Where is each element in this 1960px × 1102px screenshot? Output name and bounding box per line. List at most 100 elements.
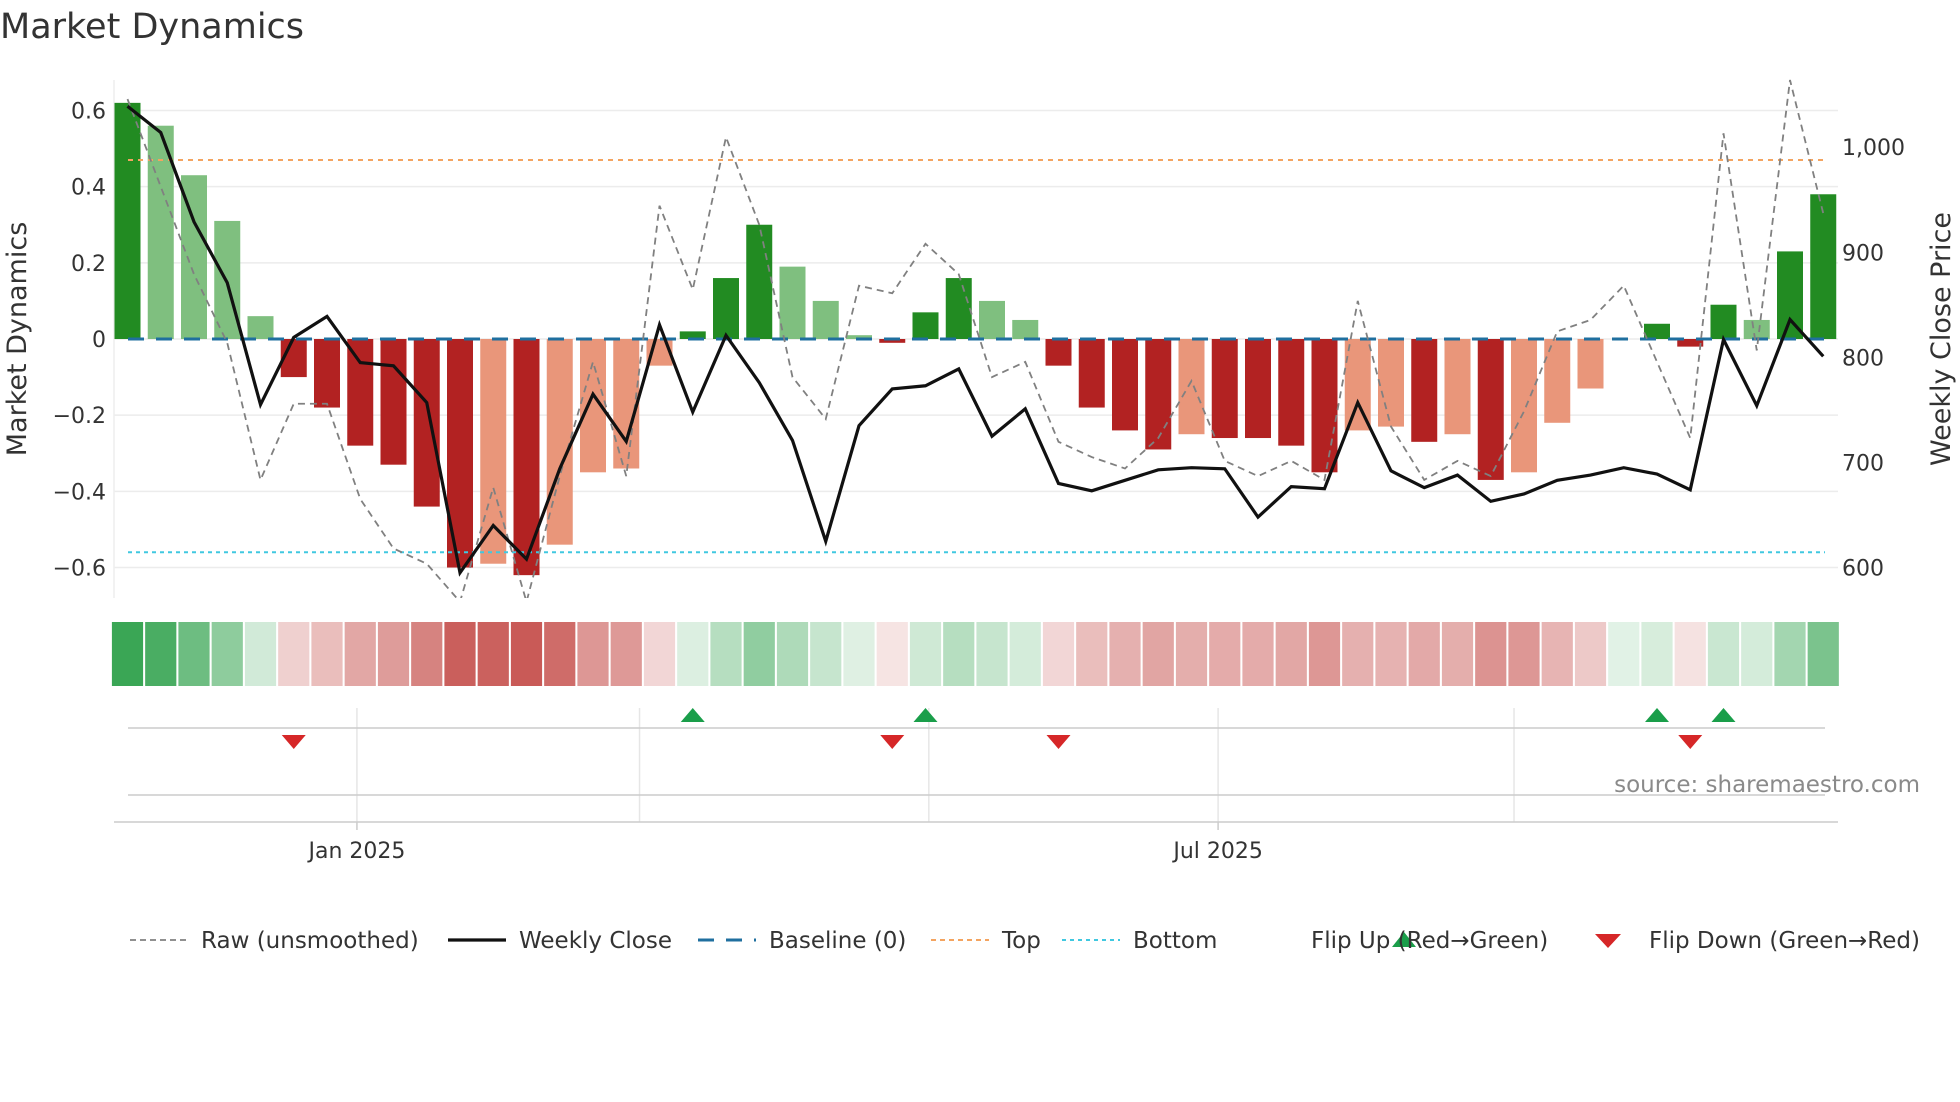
flip-down-marker (1678, 735, 1703, 749)
heatmap-cell (876, 622, 908, 686)
heatmap-cell (1076, 622, 1108, 686)
bar (114, 102, 141, 340)
heatmap-cell (411, 622, 443, 686)
heatmap-cell (1641, 622, 1673, 686)
bar (912, 312, 939, 339)
heatmap-cell (610, 622, 642, 686)
heatmap-cell (1175, 622, 1208, 686)
heatmap-cell (477, 622, 509, 686)
y-axis-ticks: 0.6 0.4 0.2 0 −0.2 −0.4 −0.6 (53, 99, 106, 581)
heatmap-cell (909, 622, 942, 686)
bar (247, 316, 274, 339)
flip-up-marker (913, 708, 938, 722)
bar (1444, 339, 1471, 435)
bar (1577, 339, 1604, 389)
y2-tick-label: 700 (1842, 451, 1884, 476)
heatmap-cell (710, 622, 742, 686)
legend-label: Weekly Close (519, 928, 672, 954)
bar (513, 339, 540, 576)
legend-item-raw: Raw (unsmoothed) (130, 928, 419, 954)
heatmap-cell (1541, 622, 1573, 686)
legend-label: Bottom (1133, 928, 1217, 954)
y-tick-label: 0.6 (71, 99, 106, 124)
heatmap-cell (244, 622, 277, 686)
y2-tick-label: 600 (1842, 557, 1884, 582)
heatmap-cell (311, 622, 343, 686)
bar (1511, 339, 1537, 473)
bar (1078, 339, 1105, 408)
heatmap-cell (1807, 622, 1839, 686)
x-tick-label: Jan 2025 (306, 839, 405, 864)
legend-label: Raw (unsmoothed) (201, 928, 419, 954)
heatmap-cell (1508, 622, 1540, 686)
market-dynamics-chart: Market Dynamics 0.6 0.4 0.2 0 −0.2 −0.4 −0.6 1… (0, 7, 1960, 954)
legend-item-flip-down: Flip Down (Green→Red) (1595, 928, 1920, 954)
legend-label: Flip Down (Green→Red) (1649, 928, 1920, 954)
legend-item-close: Weekly Close (448, 928, 672, 954)
y2-axis-label: Weekly Close Price (1926, 212, 1957, 466)
heatmap-cell (1109, 622, 1141, 686)
bar (979, 300, 1005, 339)
legend: Raw (unsmoothed) Weekly Close Baseline (0)… (130, 928, 1920, 954)
heatmap-cell (843, 622, 875, 686)
flip-down-icon (1595, 934, 1621, 948)
y-tick-label: 0.4 (71, 176, 106, 201)
bar (1810, 194, 1837, 339)
heatmap-cell (1608, 622, 1640, 686)
heatmap-cell (1042, 622, 1075, 686)
heatmap-cell (510, 622, 543, 686)
bar (1411, 339, 1438, 442)
y2-tick-label: 800 (1842, 346, 1884, 371)
heatmap-cell (278, 622, 310, 686)
legend-label: Flip Up (Red→Green) (1311, 928, 1548, 954)
heatmap-cell (1441, 622, 1474, 686)
heatmap-cell (1009, 622, 1041, 686)
flip-down-marker (880, 735, 905, 749)
y2-tick-label: 900 (1842, 241, 1884, 266)
bar (812, 300, 839, 339)
heatmap-cell (1475, 622, 1507, 686)
heatmap-cell (544, 622, 576, 686)
heatmap-cell (810, 622, 842, 686)
heatmap-cell (344, 622, 376, 686)
bar (1710, 304, 1737, 339)
heatmap-cell (1741, 622, 1773, 686)
bar (746, 224, 773, 339)
source-label: source: sharemaestro.com (1614, 772, 1920, 798)
heatmap-cell (377, 622, 410, 686)
y-tick-label: 0 (92, 328, 106, 353)
bar (945, 278, 972, 339)
signals-panel (114, 708, 1838, 823)
heatmap-cell (1574, 622, 1607, 686)
heatmap-cell (1275, 622, 1307, 686)
flip-up-marker (1645, 708, 1669, 722)
heatmap-strip (111, 622, 1839, 686)
heatmap-cell (776, 622, 809, 686)
bar (1278, 339, 1305, 446)
bar (1145, 339, 1172, 450)
heatmap-cell (1308, 622, 1341, 686)
flip-down-marker (281, 735, 306, 749)
heatmap-cell (1342, 622, 1374, 686)
heatmap-cell (677, 622, 709, 686)
bar (1178, 339, 1205, 435)
heatmap-cell (211, 622, 243, 686)
heatmap-cell (643, 622, 676, 686)
heatmap-cell (1408, 622, 1440, 686)
bar (480, 339, 507, 564)
legend-item-baseline: Baseline (0) (698, 928, 906, 954)
y-axis-label: Market Dynamics (2, 222, 33, 457)
heatmap-cell (1242, 622, 1274, 686)
y-tick-label: −0.2 (53, 404, 106, 429)
y2-tick-label: 1,000 (1842, 136, 1905, 161)
legend-label: Baseline (0) (769, 928, 906, 954)
flip-up-marker (1711, 708, 1736, 722)
y-tick-label: 0.2 (71, 252, 106, 277)
legend-label: Top (1001, 928, 1041, 954)
bar (1211, 339, 1238, 439)
chart-title: Market Dynamics (0, 7, 304, 47)
bar (1378, 339, 1404, 427)
y2-axis-ticks: 1,000 900 800 700 600 (1842, 136, 1905, 581)
y-tick-label: −0.4 (53, 480, 106, 505)
bar (380, 339, 407, 465)
